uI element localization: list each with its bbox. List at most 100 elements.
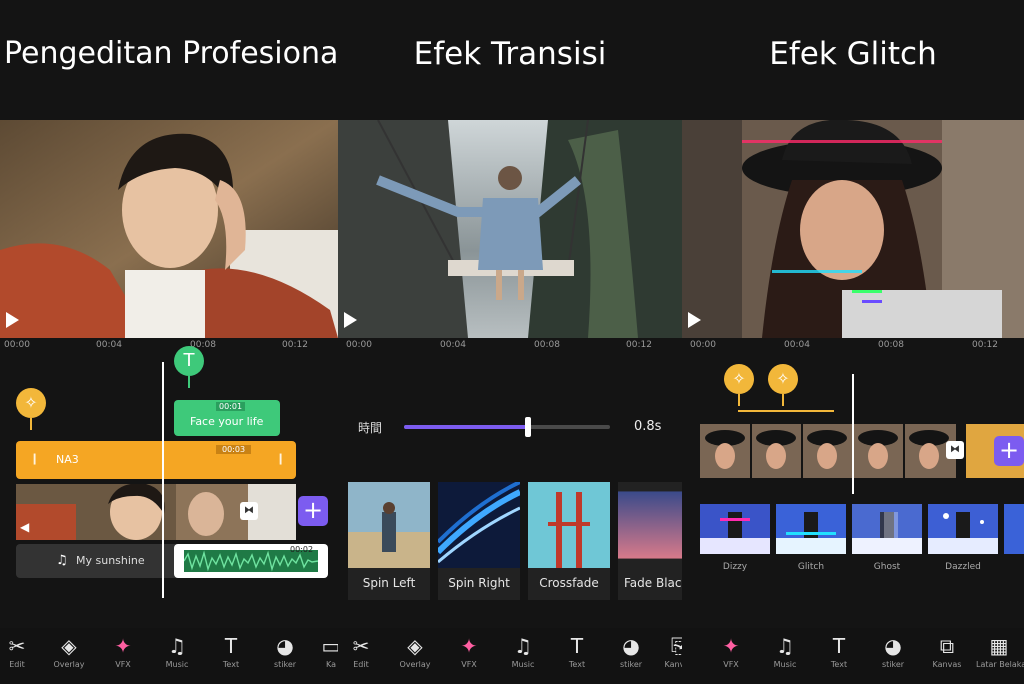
sticker-pin[interactable]: ✧ <box>724 364 754 406</box>
tool-label: Kanvas <box>664 660 682 669</box>
selected-music-clip[interactable]: 00:02 <box>174 544 328 578</box>
background-icon: ▦ <box>989 634 1009 658</box>
playhead[interactable] <box>162 362 164 598</box>
tool-label: stiker <box>273 660 297 669</box>
clip-time: 00:01 <box>216 402 246 411</box>
tool-music[interactable]: ♫ Music <box>762 634 808 669</box>
tool-edit[interactable]: ✂ Edit <box>338 634 384 669</box>
text-clip[interactable]: 00:01 Face your life <box>174 400 280 436</box>
ruler-tick: 00:00 <box>4 340 30 350</box>
timeline-ruler: 00:00 00:04 00:08 00:12 <box>0 338 338 360</box>
transition-label: Crossfade <box>539 576 599 590</box>
sticker-duration-bar[interactable] <box>738 410 834 412</box>
tool-canvas[interactable]: ⧉ Kanvas <box>924 634 970 669</box>
transition-fade-black[interactable]: Fade Blac <box>618 482 682 600</box>
effect-dazzled[interactable]: Dazzled <box>928 504 998 580</box>
tool-overlay[interactable]: ◈ Overlay <box>46 634 92 669</box>
effect-dizzy[interactable]: Dizzy <box>700 504 770 580</box>
tool-edit[interactable]: ✂ Edit <box>0 634 40 669</box>
tool-label: Text <box>830 660 848 669</box>
tool-vfx[interactable]: ✦ VFX <box>708 634 754 669</box>
tool-canvas[interactable]: ▭ Ka <box>308 634 338 669</box>
ruler-tick: 00:08 <box>878 340 904 350</box>
speaker-icon[interactable]: ◀ <box>20 520 29 534</box>
music-track[interactable]: ♫ My sunshine 00:02 <box>16 544 328 578</box>
transition-thumb <box>528 482 610 568</box>
video-clip-strip[interactable]: ◀ <box>16 484 248 540</box>
tool-label: Music <box>511 660 535 669</box>
overlay-icon: ◈ <box>61 634 77 658</box>
vfx-icon: ✦ <box>722 634 740 658</box>
transition-icon[interactable]: ⧓ <box>946 441 964 459</box>
tool-overlay[interactable]: ◈ Overlay <box>392 634 438 669</box>
duration-slider[interactable] <box>404 417 610 437</box>
tool-sticker[interactable]: ◕ stiker <box>608 634 654 669</box>
handle-left-icon[interactable]: ❙ <box>30 452 39 465</box>
play-icon[interactable] <box>688 312 701 328</box>
ruler-dots <box>682 351 1024 353</box>
tool-label: VFX <box>461 660 477 669</box>
panel-title: Efek Transisi <box>413 36 607 72</box>
tool-text[interactable]: T Text <box>208 634 254 669</box>
tool-music[interactable]: ♫ Music <box>154 634 200 669</box>
music-icon: ♫ <box>514 634 532 658</box>
video-clip-strip[interactable] <box>700 424 956 478</box>
tool-text[interactable]: T Text <box>816 634 862 669</box>
ruler-dots <box>0 351 338 353</box>
video-preview[interactable] <box>338 120 682 338</box>
bottom-toolbar: ✂ Edit ◈ Overlay ✦ VFX ♫ Music T Text ◕ stiker… <box>0 628 338 684</box>
panel-professional-editing: Pengeditan Profesional 00:00 00:04 00:08… <box>0 0 338 684</box>
transition-spin-right[interactable]: Spin Right <box>435 480 522 600</box>
text-sticker-pin[interactable]: T <box>174 346 204 388</box>
duration-label: 時間 <box>358 421 383 435</box>
play-icon[interactable] <box>6 312 19 328</box>
audio-clip[interactable]: ❙ NA3 00:03 ❙ <box>16 441 296 479</box>
tool-canvas[interactable]: ⎘ Kanvas <box>656 634 682 669</box>
tool-text[interactable]: T Text <box>554 634 600 669</box>
text-icon: T <box>183 350 195 371</box>
transition-crossfade[interactable]: Crossfade <box>528 482 610 600</box>
video-preview[interactable] <box>0 120 338 338</box>
tool-sticker[interactable]: ◕ stiker <box>870 634 916 669</box>
effect-label: Dizzy <box>722 562 748 572</box>
tool-background[interactable]: ▦ Latar Belakang <box>976 634 1024 669</box>
effect-thumb <box>776 504 846 554</box>
play-icon[interactable] <box>344 312 357 328</box>
vfx-icon: ✦ <box>460 634 478 658</box>
tool-sticker[interactable]: ◕ stiker <box>262 634 308 669</box>
effect-glitch[interactable]: Glitch <box>776 504 846 580</box>
tool-music[interactable]: ♫ Music <box>500 634 546 669</box>
tool-label: Ka <box>325 660 336 669</box>
canvas-icon: ▭ <box>321 634 338 658</box>
duration-value: 0.8s <box>634 419 662 434</box>
effect-label: Ghost <box>873 562 901 572</box>
slider-handle[interactable] <box>524 417 531 437</box>
effect-next[interactable] <box>1004 504 1024 554</box>
tool-vfx[interactable]: ✦ VFX <box>446 634 492 669</box>
ruler-tick: 00:00 <box>346 340 372 350</box>
music-icon: ♫ <box>776 634 794 658</box>
transition-spin-left[interactable]: Spin Left <box>348 482 430 600</box>
transition-icon[interactable]: ⧓ <box>240 502 258 520</box>
effect-ghost[interactable]: Ghost <box>852 504 922 580</box>
ruler-tick: 00:12 <box>282 340 308 350</box>
tool-label: Overlay <box>399 660 431 669</box>
transition-label: Spin Left <box>362 576 416 590</box>
ruler-tick: 00:04 <box>784 340 810 350</box>
effect-label: Glitch <box>797 562 825 572</box>
transition-label: Fade Blac <box>624 576 682 590</box>
tool-vfx[interactable]: ✦ VFX <box>100 634 146 669</box>
clip-thumbnails <box>16 484 248 540</box>
sticker-pin[interactable]: ✧ <box>16 388 46 430</box>
handle-right-icon[interactable]: ❙ <box>276 452 285 465</box>
add-clip-button[interactable]: + <box>298 496 328 526</box>
video-preview[interactable] <box>682 120 1024 338</box>
transition-thumb <box>618 491 682 559</box>
ruler-tick: 00:04 <box>440 340 466 350</box>
tool-label: Music <box>165 660 189 669</box>
clip-label: NA3 <box>56 453 79 466</box>
sticker-pin[interactable]: ✧ <box>768 364 798 406</box>
music-note-icon: ♫ <box>56 553 68 568</box>
playhead[interactable] <box>852 374 854 494</box>
add-clip-button[interactable]: + <box>994 436 1024 466</box>
